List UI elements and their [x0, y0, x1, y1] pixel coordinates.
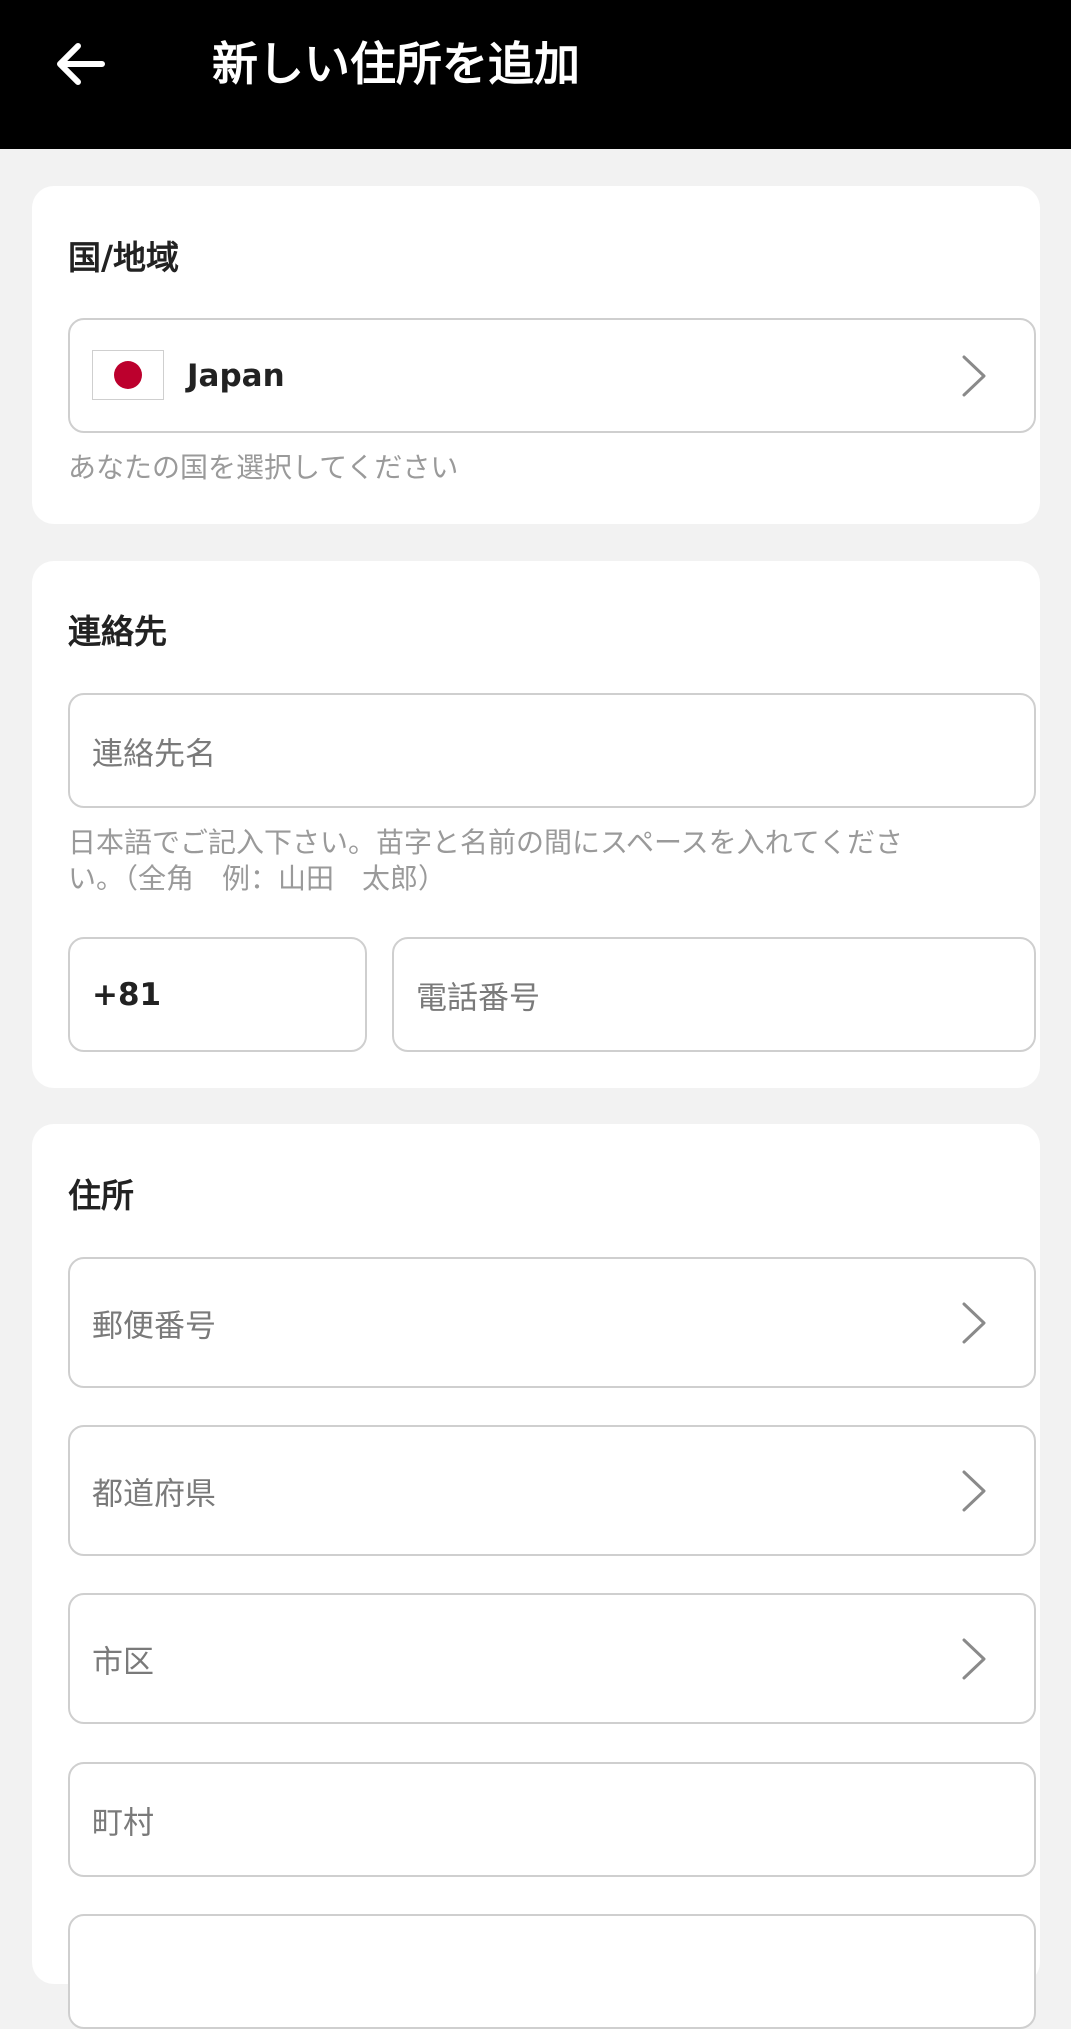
country-code-field[interactable]: +81: [68, 937, 367, 1052]
postal-code-placeholder: 郵便番号: [92, 1308, 216, 1344]
contact-name-hint-line2: い。（全角 例：山田 太郎）: [68, 862, 447, 895]
app-header: 新しい住所を追加: [0, 0, 1071, 149]
phone-number-placeholder: 電話番号: [416, 980, 540, 1016]
page-title: 新しい住所を追加: [212, 37, 580, 91]
chevron-right-icon: [962, 355, 986, 396]
address-card: 住所 郵便番号 都道府県 市区 町村: [32, 1124, 1040, 2029]
chevron-right-icon: [962, 1638, 986, 1679]
phone-number-input[interactable]: 電話番号: [392, 937, 1036, 1052]
prefecture-placeholder: 都道府県: [92, 1476, 216, 1512]
next-address-field[interactable]: [68, 1914, 1036, 2029]
chevron-right-icon: [962, 1470, 986, 1511]
town-placeholder: 町村: [92, 1805, 154, 1841]
contact-card: 連絡先 連絡先名 日本語でご記入下さい。苗字と名前の間にスペースを入れてくださ …: [32, 561, 1040, 1088]
back-button[interactable]: [48, 32, 112, 96]
contact-name-hint: 日本語でご記入下さい。苗字と名前の間にスペースを入れてくださ い。（全角 例：山…: [68, 825, 903, 897]
contact-name-hint-line1: 日本語でご記入下さい。苗字と名前の間にスペースを入れてくださ: [68, 826, 903, 859]
prefecture-selector[interactable]: 都道府県: [68, 1425, 1036, 1556]
country-section-title: 国/地域: [68, 238, 180, 277]
country-selector[interactable]: Japan: [68, 318, 1036, 433]
city-placeholder: 市区: [92, 1644, 154, 1680]
address-section-title: 住所: [68, 1176, 134, 1215]
japan-flag-icon: [92, 350, 164, 400]
postal-code-selector[interactable]: 郵便番号: [68, 1257, 1036, 1388]
contact-section-title: 連絡先: [68, 612, 167, 651]
country-code-value: +81: [92, 976, 162, 1013]
city-selector[interactable]: 市区: [68, 1593, 1036, 1724]
country-card: 国/地域 Japan あなたの国を選択してください: [32, 186, 1040, 524]
arrow-left-icon: [57, 43, 105, 85]
contact-name-input[interactable]: 連絡先名: [68, 693, 1036, 808]
selected-country: Japan: [187, 357, 285, 394]
contact-name-placeholder: 連絡先名: [92, 736, 216, 772]
chevron-right-icon: [962, 1302, 986, 1343]
country-hint: あなたの国を選択してください: [68, 451, 459, 484]
town-input[interactable]: 町村: [68, 1762, 1036, 1877]
